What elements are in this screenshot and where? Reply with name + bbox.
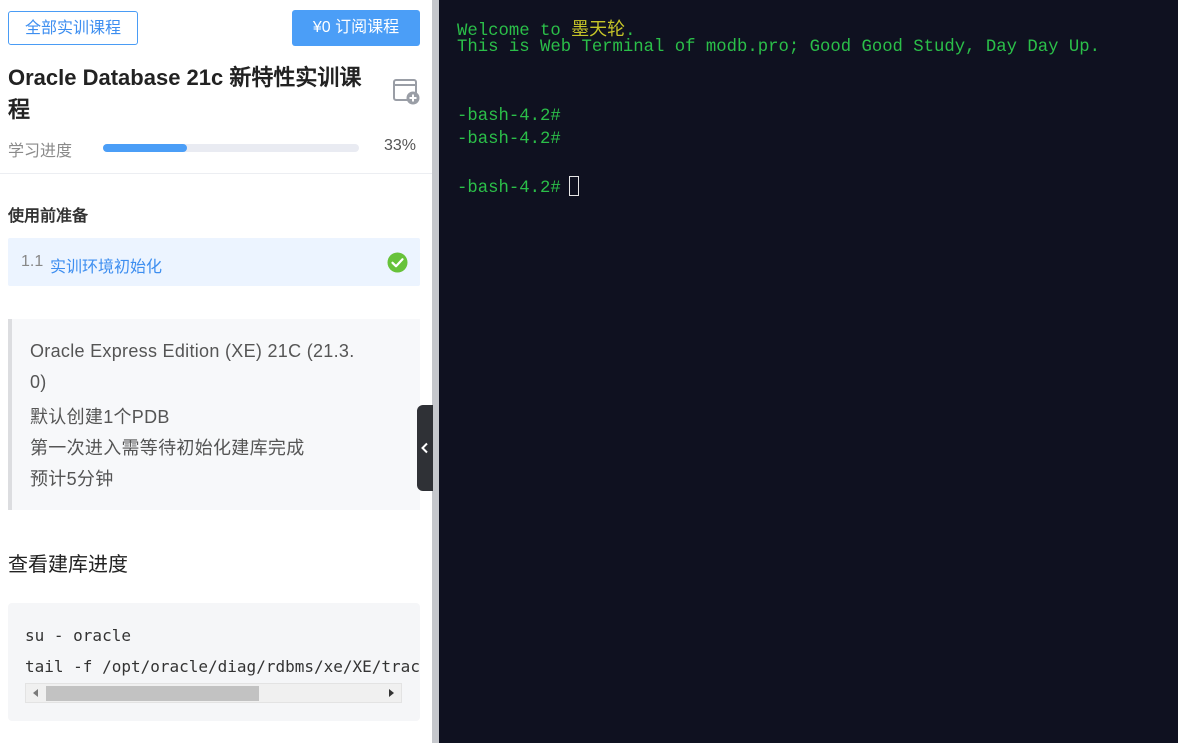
code-line: tail -f /opt/oracle/diag/rdbms/xe/XE/tra… [25,657,420,676]
welcome-name: 墨天轮 [571,19,626,40]
course-title: Oracle Database 21c 新特性实训课程 [8,65,362,122]
course-sidebar: 全部实训课程 ¥0 订阅课程 Oracle Database 21c 新特性实训… [0,0,432,743]
info-note: Oracle Express Edition (XE) 21C (21.3. 0… [8,319,420,510]
progress-label: 学习进度 [8,143,73,160]
lesson-name: 实训环境初始化 [50,259,163,276]
note-line: 默认创建1个PDB [30,407,170,427]
progress-percent: 33% [384,137,417,154]
note-line: 第一次进入需等待初始化建库完成 [30,438,305,458]
check-circle-icon [387,252,408,278]
note-line: Oracle Express Edition (XE) 21C (21.3. [30,341,355,361]
terminal-intro-line: This is Web Terminal of modb.pro; Good G… [457,38,1100,57]
scrollbar-thumb[interactable] [46,686,259,701]
web-terminal[interactable]: Welcome to 墨天轮. This is Web Terminal of … [439,0,1178,743]
code-line: su - oracle [25,626,131,645]
progress-bar [103,144,359,152]
step-heading: 查看建库进度 [8,554,128,576]
note-line: 0) [30,372,47,392]
terminal-prompt: -bash-4.2# [457,130,561,149]
terminal-prompt: -bash-4.2# [457,179,561,198]
code-block[interactable]: su - oracle tail -f /opt/oracle/diag/rdb… [8,603,420,721]
subscribe-button[interactable]: ¥0 订阅课程 [292,10,420,46]
collapse-panel-button[interactable] [417,405,433,491]
progress-bar-fill [103,144,188,152]
lesson-number: 1.1 [21,253,44,270]
terminal-prompt: -bash-4.2# [457,107,561,126]
chevron-left-icon [421,442,428,454]
section-title: 使用前准备 [8,208,89,225]
scroll-left-icon[interactable] [30,687,42,699]
lesson-item[interactable]: 1.1 实训环境初始化 [8,238,420,286]
terminal-active-line[interactable]: -bash-4.2# [457,176,579,198]
terminal-cursor [568,176,579,196]
note-line: 预计5分钟 [30,469,114,489]
divider [0,173,432,174]
scroll-right-icon[interactable] [385,687,397,699]
add-to-collection-icon[interactable] [393,78,421,106]
horizontal-scrollbar[interactable] [25,683,402,703]
all-courses-button[interactable]: 全部实训课程 [8,11,138,45]
pane-divider[interactable] [432,0,439,743]
